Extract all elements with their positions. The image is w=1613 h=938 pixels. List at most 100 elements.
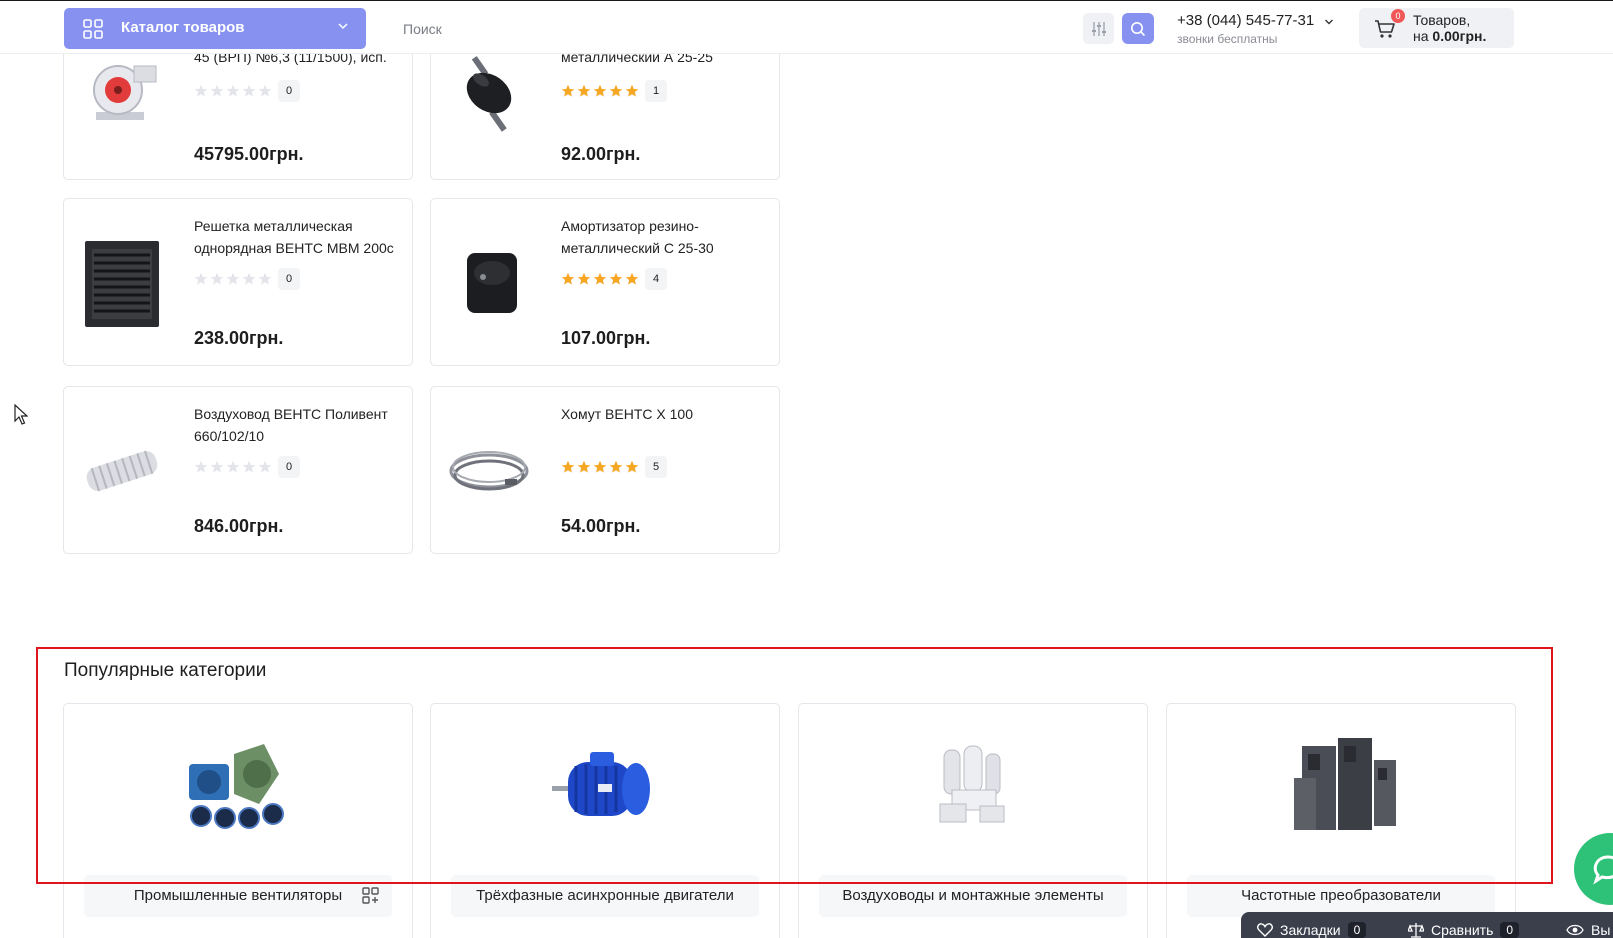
star-icon	[577, 272, 591, 285]
product-rating: 4	[561, 268, 667, 290]
star-icon	[242, 272, 256, 285]
cart-summary: Товаров, на 0.00грн.	[1413, 12, 1486, 44]
search-input[interactable]	[387, 8, 1077, 49]
review-count: 0	[278, 268, 300, 290]
eye-icon	[1566, 924, 1584, 936]
star-rating	[194, 460, 272, 474]
product-image-grille	[85, 241, 159, 327]
chat-icon	[1593, 855, 1613, 885]
product-card[interactable]: Решетка металлическая однорядная ВЕНТС М…	[63, 198, 413, 366]
product-price: 92.00грн.	[561, 144, 641, 164]
cart-button[interactable]: 0 Товаров, на 0.00грн.	[1359, 8, 1514, 48]
star-icon	[194, 272, 208, 285]
product-title[interactable]: Решетка металлическая однорядная ВЕНТС М…	[194, 215, 404, 259]
bookmarks-label: Закладки	[1280, 922, 1341, 938]
star-rating	[561, 84, 639, 98]
mouse-cursor-icon	[14, 404, 28, 425]
product-card[interactable]: Хомут ВЕНТС Х 100 5 54.00грн.	[430, 386, 780, 554]
product-card[interactable]: 45 (ВРП) №6,3 (11/1500), исп. 0 45795.00…	[63, 49, 413, 180]
star-icon	[242, 84, 256, 97]
cart-total: 0.00грн.	[1432, 28, 1487, 44]
review-count: 4	[645, 268, 667, 290]
compare-label: Сравнить	[1431, 922, 1494, 938]
product-rating: 1	[561, 80, 667, 102]
category-card[interactable]: Трёхфазные асинхронные двигатели	[430, 703, 780, 938]
phone-dropdown[interactable]: +38 (044) 545-77-31 звонки бесплатны	[1177, 12, 1337, 48]
product-title[interactable]: Воздуховод ВЕНТС Поливент 660/102/10	[194, 403, 404, 447]
product-card[interactable]: металлический А 25-25 1 92.00грн.	[430, 49, 780, 180]
product-image-fan	[93, 65, 157, 120]
review-count: 1	[645, 80, 667, 102]
viewed-label: Вы	[1591, 922, 1611, 938]
category-label-box[interactable]: Воздуховоды и монтажные элементы	[819, 875, 1127, 917]
phone-number: +38 (044) 545-77-31	[1177, 12, 1315, 29]
inverters-image	[1294, 738, 1396, 830]
product-price: 107.00грн.	[561, 328, 651, 348]
product-title[interactable]: Хомут ВЕНТС Х 100	[561, 403, 771, 425]
star-icon	[226, 460, 240, 473]
product-card[interactable]: Амортизатор резино-металлический С 25-30…	[430, 198, 780, 366]
star-icon	[593, 84, 607, 97]
category-label-box[interactable]: Трёхфазные асинхронные двигатели	[451, 875, 759, 917]
star-icon	[210, 84, 224, 97]
star-icon	[561, 84, 575, 97]
star-icon	[609, 84, 623, 97]
category-label-box[interactable]: Промышленные вентиляторы	[84, 875, 392, 917]
chevron-down-icon	[338, 23, 348, 30]
cart-count-badge: 0	[1391, 9, 1405, 23]
search-icon	[1131, 21, 1146, 36]
star-rating	[194, 84, 272, 98]
category-label: Воздуховоды и монтажные элементы	[842, 887, 1104, 904]
category-card[interactable]: Промышленные вентиляторы	[63, 703, 413, 938]
review-count: 0	[278, 456, 300, 478]
sliders-icon	[1091, 21, 1106, 36]
star-icon	[625, 272, 639, 285]
product-price: 45795.00грн.	[194, 144, 304, 164]
category-label: Трёхфазные асинхронные двигатели	[476, 887, 734, 904]
product-image-damper	[466, 56, 512, 132]
search-button[interactable]	[1122, 13, 1154, 44]
star-icon	[625, 84, 639, 97]
star-icon	[194, 460, 208, 473]
category-label: Частотные преобразователи	[1241, 887, 1441, 904]
bookmarks-button[interactable]: Закладки 0	[1257, 922, 1367, 938]
catalog-button-label: Каталог товаров	[121, 19, 245, 36]
star-icon	[242, 460, 256, 473]
star-icon	[577, 84, 591, 97]
product-rating: 0	[194, 268, 300, 290]
star-icon	[593, 272, 607, 285]
scales-icon	[1408, 923, 1424, 938]
star-icon	[226, 272, 240, 285]
star-icon	[226, 84, 240, 97]
product-price: 54.00грн.	[561, 516, 641, 536]
search-filter-button[interactable]	[1083, 13, 1114, 44]
star-icon	[210, 460, 224, 473]
star-icon	[593, 460, 607, 473]
review-count: 5	[645, 456, 667, 478]
star-icon	[561, 460, 575, 473]
category-grid-plus-icon[interactable]	[362, 887, 380, 905]
product-card[interactable]: Воздуховод ВЕНТС Поливент 660/102/10 0 8…	[63, 386, 413, 554]
site-header: Каталог товаров +38 (044) 545-77-31 звон…	[0, 0, 1613, 54]
bookmarks-count: 0	[1347, 922, 1367, 938]
compare-button[interactable]: Сравнить 0	[1408, 922, 1520, 938]
category-card[interactable]: Частотные преобразователи	[1166, 703, 1516, 938]
cart-line-1: Товаров,	[1413, 12, 1471, 28]
viewed-button[interactable]: Вы	[1566, 922, 1610, 938]
chevron-down-icon	[1325, 19, 1333, 25]
category-label: Промышленные вентиляторы	[133, 887, 343, 904]
product-rating: 5	[561, 456, 667, 478]
cart-line-2: на 0.00грн.	[1413, 28, 1486, 44]
product-image-duct	[86, 450, 158, 492]
product-title[interactable]: Амортизатор резино-металлический С 25-30	[561, 215, 771, 259]
search-bar	[387, 8, 1154, 49]
phone-note: звонки бесплатны	[1177, 32, 1278, 46]
category-card[interactable]: Воздуховоды и монтажные элементы	[798, 703, 1148, 938]
chat-button[interactable]	[1574, 833, 1613, 905]
product-image-clamp	[449, 451, 529, 491]
catalog-button[interactable]: Каталог товаров	[64, 8, 366, 49]
star-icon	[609, 460, 623, 473]
star-icon	[577, 460, 591, 473]
category-label-box[interactable]: Частотные преобразователи	[1187, 875, 1495, 917]
star-icon	[561, 272, 575, 285]
